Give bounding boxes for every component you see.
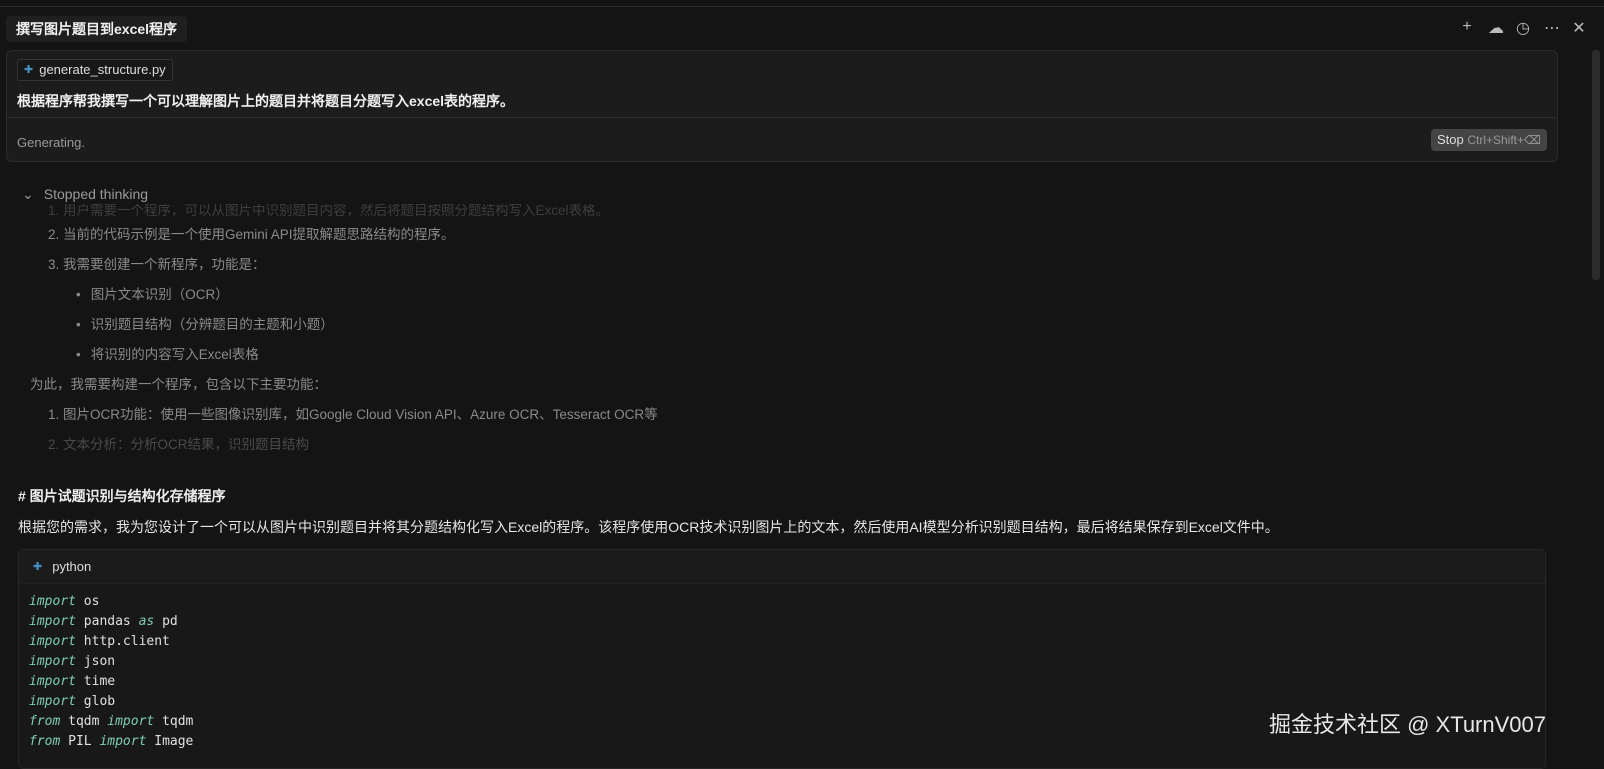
stop-label: Stop <box>1436 132 1464 147</box>
close-icon[interactable]: ✕ <box>1572 18 1586 38</box>
thinking-bullet: 图片文本识别（OCR） <box>30 280 658 310</box>
chat-title-tab[interactable]: 撰写图片题目到excel程序 <box>6 16 188 42</box>
code-text: tqdm <box>154 714 194 729</box>
thinking-line: 2. 当前的代码示例是一个使用Gemini API提取解题思路结构的程序。 <box>48 227 455 242</box>
thinking-line: 1. 图片OCR功能：使用一些图像识别库，如Google Cloud Visio… <box>48 407 658 422</box>
python-file-icon: ✚ <box>24 64 34 76</box>
response-description: 根据您的需求，我为您设计了一个可以从图片中识别题目并将其分题结构化写入Excel… <box>18 519 1279 535</box>
code-text: json <box>75 654 116 669</box>
code-text: glob <box>75 694 116 709</box>
code-keyword: import <box>29 614 76 629</box>
thinking-line: 3. 我需要创建一个新程序，功能是： <box>48 257 266 272</box>
code-keyword: from <box>29 714 61 729</box>
code-keyword: import <box>29 674 76 689</box>
watermark: 掘金技术社区 @ XTurnV007 <box>1268 712 1546 737</box>
code-keyword: import <box>29 634 76 649</box>
thinking-line: 1. 用户需要一个程序，可以从图片中识别题目内容，然后将题目按照分题结构写入Ex… <box>48 204 610 218</box>
user-prompt: 根据程序帮我撰写一个可以理解图片上的题目并将题目分题写入excel表的程序。 <box>17 93 515 109</box>
code-line: import time <box>29 672 1535 692</box>
code-line: import json <box>29 652 1535 672</box>
composer: ✚ generate_structure.py 根据程序帮我撰写一个可以理解图片… <box>6 50 1558 162</box>
code-keyword: import <box>29 594 76 609</box>
python-icon: ✚ <box>33 561 43 573</box>
top-border <box>0 6 1604 7</box>
chevron-down-icon: ⌄ <box>22 186 34 202</box>
code-text: PIL <box>60 734 100 749</box>
thinking-paragraph: 为此，我需要构建一个程序，包含以下主要功能： <box>30 377 327 392</box>
response-heading: # 图片试题识别与结构化存储程序 <box>18 488 226 504</box>
thinking-line: 2. 文本分析：分析OCR结果，识别题目结构 <box>48 437 310 452</box>
code-text: time <box>75 674 116 689</box>
thinking-label: Stopped thinking <box>43 186 149 202</box>
code-line: import http.client <box>29 632 1535 652</box>
plus-icon[interactable]: + <box>1460 18 1474 38</box>
thinking-toggle[interactable]: ⌄ Stopped thinking <box>22 186 148 203</box>
cloud-icon[interactable]: ☁ <box>1488 18 1504 38</box>
divider <box>7 117 1557 118</box>
code-line: import os <box>29 592 1535 612</box>
stop-shortcut: Ctrl+Shift+⌫ <box>1467 133 1541 147</box>
thinking-content: 1. 用户需要一个程序，可以从图片中识别题目内容，然后将题目按照分题结构写入Ex… <box>30 204 658 460</box>
code-text: tqdm <box>60 714 108 729</box>
stop-button[interactable]: Stop Ctrl+Shift+⌫ <box>1430 129 1547 151</box>
code-text: Image <box>146 734 194 749</box>
code-block-header: ✚ python <box>19 550 1545 584</box>
code-text: pandas <box>75 614 139 629</box>
code-keyword: as <box>138 614 155 629</box>
code-text: pd <box>154 614 178 629</box>
header-toolbar: + ☁ ◷ ⋯ ✕ <box>1460 18 1586 38</box>
code-text: os <box>75 594 100 609</box>
thinking-bullet: 将识别的内容写入Excel表格 <box>30 340 658 370</box>
code-line: import pandas as pd <box>29 612 1535 632</box>
file-name: generate_structure.py <box>39 62 166 77</box>
history-icon[interactable]: ◷ <box>1516 18 1530 38</box>
scrollbar[interactable] <box>1592 50 1600 280</box>
code-keyword: import <box>29 694 76 709</box>
code-keyword: import <box>107 714 155 729</box>
code-keyword: import <box>29 654 76 669</box>
code-keyword: import <box>99 734 147 749</box>
code-keyword: from <box>29 734 61 749</box>
file-context-chip[interactable]: ✚ generate_structure.py <box>17 59 173 81</box>
generating-status: Generating. <box>17 135 85 150</box>
thinking-bullet: 识别题目结构（分辨题目的主题和小题） <box>30 310 658 340</box>
code-text: http.client <box>75 634 170 649</box>
code-language: python <box>52 559 92 574</box>
more-icon[interactable]: ⋯ <box>1544 18 1560 38</box>
